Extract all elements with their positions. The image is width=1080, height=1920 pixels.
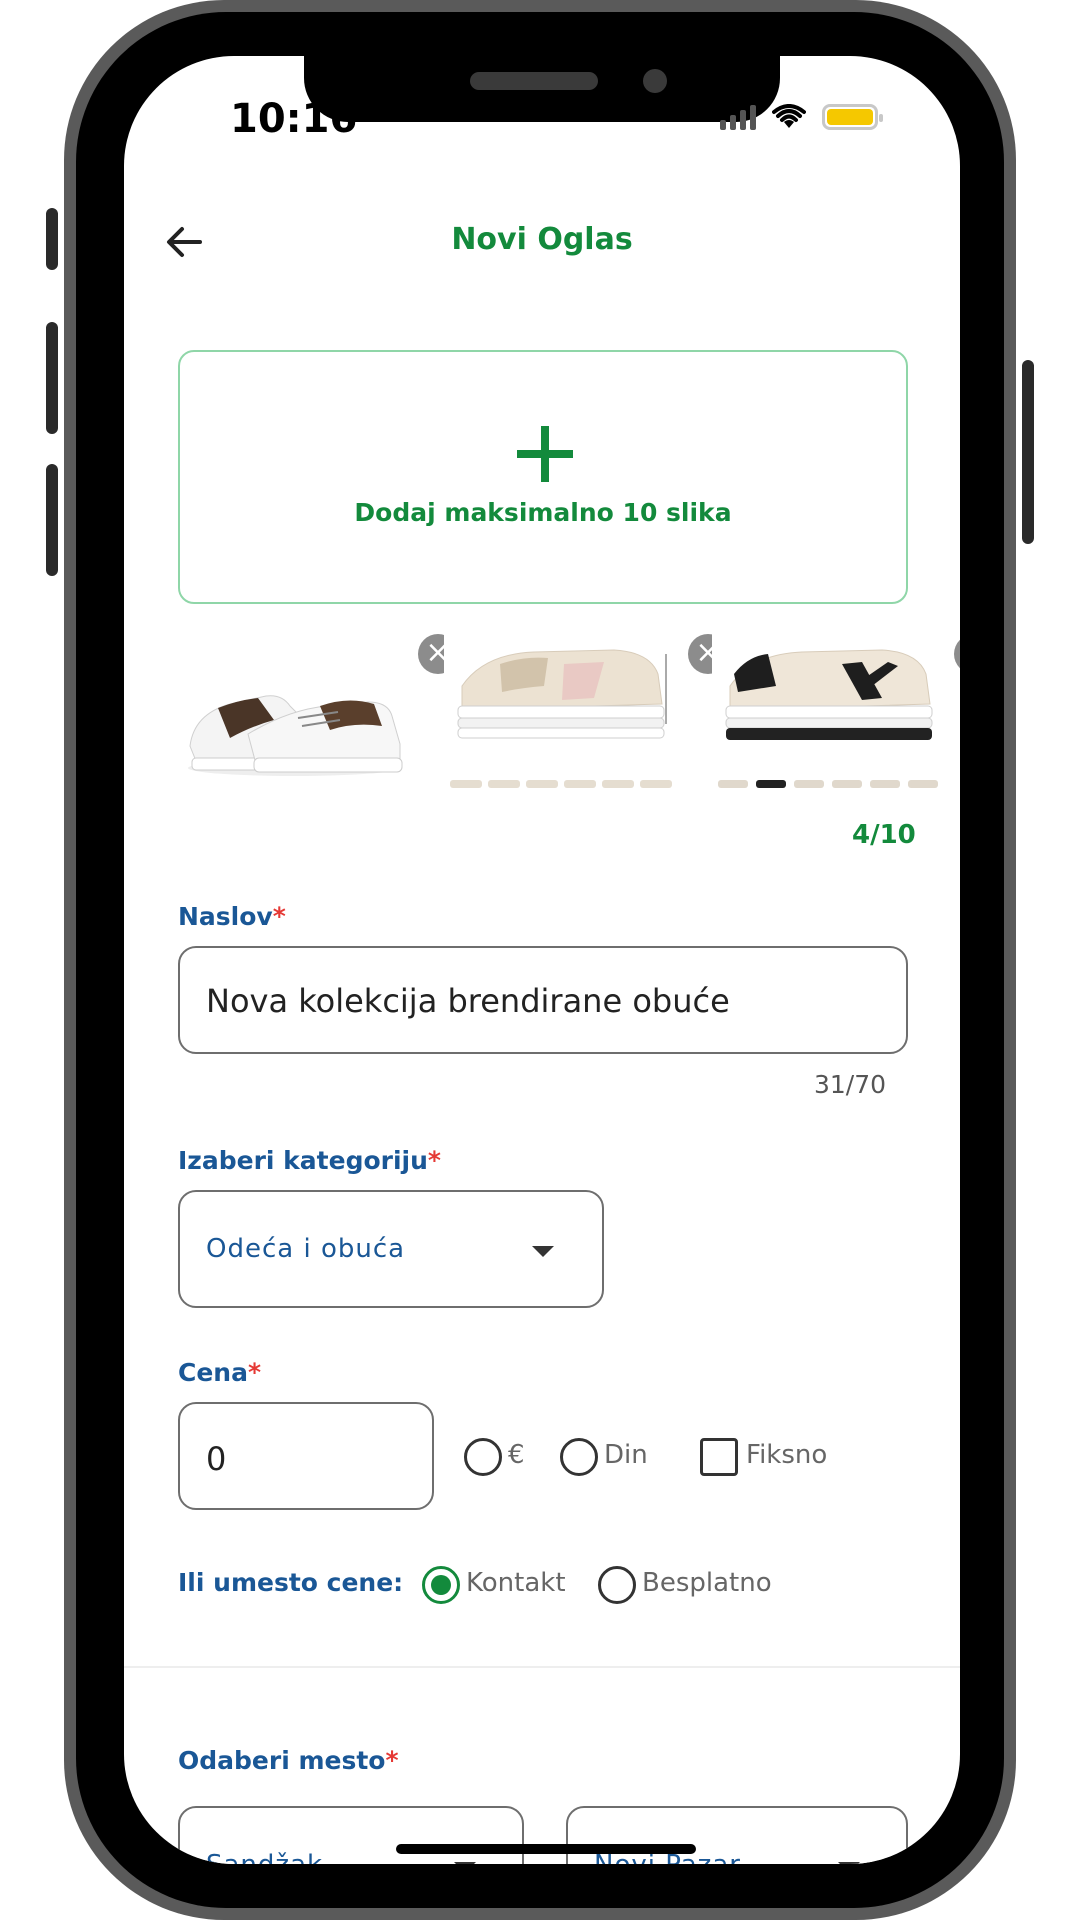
- title-label: Naslov*: [178, 902, 286, 931]
- price-label-text: Cena: [178, 1358, 248, 1387]
- category-selected-value: Odeća i obuća: [206, 1234, 406, 1264]
- title-char-counter: 31/70: [814, 1070, 887, 1099]
- image-thumbnail[interactable]: [712, 634, 944, 794]
- speaker: [470, 72, 598, 90]
- plus-icon: [517, 426, 573, 482]
- currency-din-label: Din: [604, 1440, 648, 1470]
- battery-icon: [822, 104, 883, 130]
- contact-radio[interactable]: [422, 1566, 460, 1604]
- price-label: Cena*: [178, 1358, 261, 1387]
- dropdown-arrow-icon: [838, 1862, 860, 1864]
- remove-image-icon[interactable]: ×: [954, 634, 960, 674]
- currency-euro-label: €: [508, 1440, 525, 1470]
- city-select[interactable]: Novi Pazar: [566, 1806, 908, 1864]
- image-thumbnail[interactable]: [178, 634, 410, 794]
- wifi-icon: [772, 104, 806, 128]
- home-indicator: [396, 1844, 696, 1854]
- required-mark: *: [247, 1358, 262, 1387]
- title-label-text: Naslov: [178, 902, 273, 931]
- free-radio[interactable]: [598, 1566, 636, 1604]
- volume-up-button: [46, 322, 58, 434]
- front-camera: [643, 69, 667, 93]
- contact-label: Kontakt: [466, 1568, 566, 1598]
- dropdown-arrow-icon: [532, 1246, 554, 1257]
- page-title: Novi Oglas: [451, 222, 633, 257]
- required-mark: *: [272, 902, 286, 931]
- required-mark: *: [427, 1146, 441, 1175]
- notch: [304, 56, 780, 122]
- section-divider: [124, 1666, 960, 1668]
- category-label-text: Izaberi kategoriju: [178, 1146, 428, 1175]
- region-select[interactable]: Sandžak: [178, 1806, 524, 1864]
- add-images-button[interactable]: Dodaj maksimalno 10 slika: [178, 350, 908, 604]
- required-mark: *: [385, 1746, 399, 1775]
- image-counter: 4/10: [852, 820, 916, 850]
- title-input-value: Nova kolekcija brendirane obuće: [206, 982, 730, 1020]
- free-label: Besplatno: [642, 1568, 772, 1598]
- app-screen: 10:16 Novi Oglas Dodaj maksimalno 10 sli…: [124, 56, 960, 1864]
- place-label-text: Odaberi mesto: [178, 1746, 386, 1775]
- cellular-signal-icon: [720, 104, 756, 130]
- volume-down-button: [46, 464, 58, 576]
- sneaker-image: [178, 634, 410, 794]
- category-label: Izaberi kategoriju*: [178, 1146, 441, 1175]
- image-thumbnails: × ×: [178, 634, 960, 794]
- price-input-value: 0: [206, 1440, 227, 1478]
- sneaker-image: [444, 634, 676, 794]
- price-input[interactable]: 0: [178, 1402, 434, 1510]
- add-images-label: Dodaj maksimalno 10 slika: [354, 498, 732, 527]
- currency-euro-radio[interactable]: [464, 1438, 502, 1476]
- mute-switch: [46, 208, 58, 270]
- fixed-price-checkbox[interactable]: [700, 1438, 738, 1476]
- place-label: Odaberi mesto*: [178, 1746, 399, 1775]
- power-button: [1022, 360, 1034, 544]
- fixed-price-label: Fiksno: [746, 1440, 828, 1470]
- status-icons: [720, 102, 883, 132]
- title-input[interactable]: Nova kolekcija brendirane obuće: [178, 946, 908, 1054]
- region-selected-value: Sandžak: [206, 1850, 323, 1864]
- image-thumbnail[interactable]: [444, 634, 676, 794]
- status-time: 10:16: [230, 96, 358, 142]
- alt-price-label: Ili umesto cene:: [178, 1568, 404, 1597]
- sneaker-image: [712, 634, 944, 794]
- currency-din-radio[interactable]: [560, 1438, 598, 1476]
- category-select[interactable]: Odeća i obuća: [178, 1190, 604, 1308]
- dropdown-arrow-icon: [454, 1862, 476, 1864]
